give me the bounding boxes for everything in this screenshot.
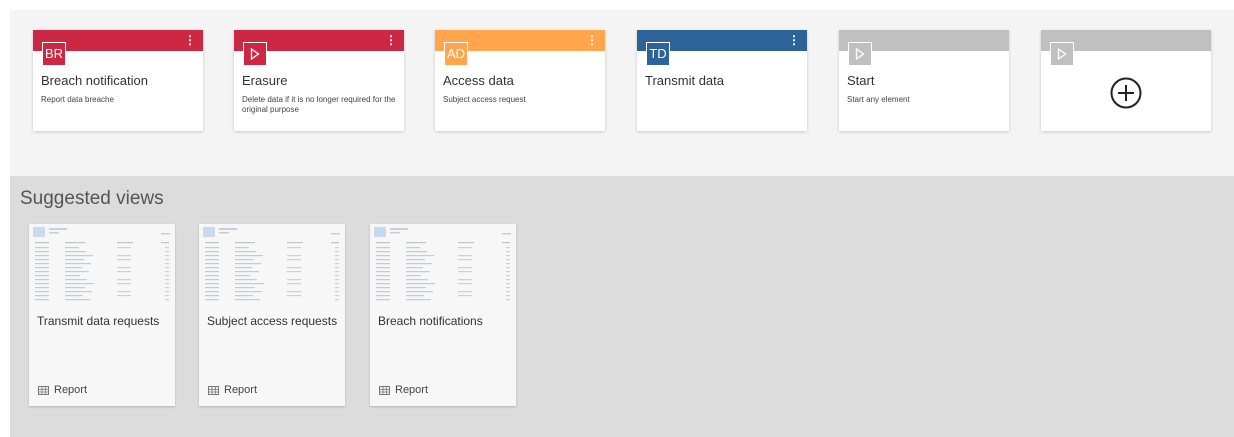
section-heading: Suggested views (20, 188, 164, 209)
tile-title: Erasure (242, 73, 288, 88)
report-thumbnail (370, 224, 516, 302)
tile-badge (243, 42, 267, 66)
tile-badge (848, 42, 872, 66)
tile-title: Transmit data (645, 73, 724, 88)
tile-description: Start any element (847, 95, 910, 104)
more-options-icon[interactable]: ⋮ (385, 33, 397, 47)
tile-badge: TD (646, 42, 670, 66)
view-type-label: Report (54, 384, 88, 396)
tile-title: Start (847, 73, 875, 88)
play-icon (250, 48, 260, 60)
more-options-icon[interactable]: ⋮ (788, 33, 800, 47)
view-card-subject-access-requests[interactable]: Subject access requests Report (199, 224, 345, 406)
tile-badge: AD (444, 42, 468, 66)
tile-badge (1050, 42, 1074, 66)
process-tiles-area: BR ⋮ Breach notification Report data bre… (10, 10, 1234, 176)
view-card-breach-notifications[interactable]: Breach notifications Report (370, 224, 516, 406)
plus-circle-icon[interactable] (1109, 76, 1143, 115)
report-thumbnail (29, 224, 175, 302)
play-icon (855, 48, 865, 60)
view-card-title: Transmit data requests (37, 314, 160, 328)
suggested-views-section: Suggested views Transmit data requests R… (10, 176, 1234, 437)
report-thumbnail (199, 224, 345, 302)
tile-erasure[interactable]: ⋮ Erasure Delete data if it is no longer… (234, 30, 404, 131)
view-card-type: Report (208, 384, 257, 396)
tile-description: Report data breache (41, 95, 114, 104)
more-options-icon[interactable]: ⋮ (184, 33, 196, 47)
view-card-title: Breach notifications (378, 314, 483, 328)
tile-add-new[interactable] (1041, 30, 1211, 131)
app-frame: BR ⋮ Breach notification Report data bre… (10, 10, 1234, 437)
view-type-label: Report (224, 384, 258, 396)
tile-badge: BR (42, 42, 66, 66)
view-card-transmit-data-requests[interactable]: Transmit data requests Report (29, 224, 175, 406)
play-icon (1057, 48, 1067, 60)
tile-breach-notification[interactable]: BR ⋮ Breach notification Report data bre… (33, 30, 203, 131)
tile-title: Breach notification (41, 73, 148, 88)
tile-description: Delete data if it is no longer required … (242, 95, 396, 114)
table-icon (38, 385, 49, 395)
view-card-type: Report (379, 384, 428, 396)
tile-access-data[interactable]: AD ⋮ Access data Subject access request (435, 30, 605, 131)
view-card-type: Report (38, 384, 87, 396)
view-type-label: Report (395, 384, 429, 396)
tile-transmit-data[interactable]: TD ⋮ Transmit data (637, 30, 807, 131)
tile-start[interactable]: Start Start any element (839, 30, 1009, 131)
tile-description: Subject access request (443, 95, 526, 104)
view-card-title: Subject access requests (207, 314, 338, 328)
table-icon (379, 385, 390, 395)
table-icon (208, 385, 219, 395)
tile-title: Access data (443, 73, 514, 88)
more-options-icon[interactable]: ⋮ (586, 33, 598, 47)
